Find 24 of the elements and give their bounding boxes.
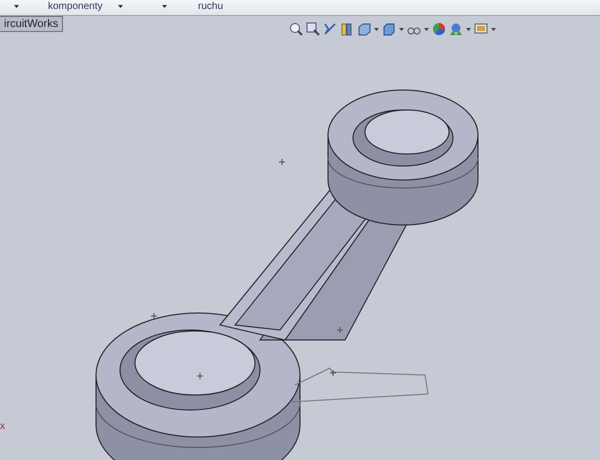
axis-label: x [0,422,5,432]
ribbon-button-label[interactable]: komponenty [48,1,102,13]
point-marker [278,158,286,166]
view-orientation-icon[interactable] [357,22,371,36]
caret-icon[interactable] [374,28,379,30]
appearance-icon[interactable] [432,22,446,36]
caret-icon[interactable] [399,28,404,30]
point-marker [336,326,344,334]
caret-icon[interactable] [424,28,429,30]
caret-icon[interactable] [14,5,19,8]
caret-icon[interactable] [466,28,471,30]
caret-icon[interactable] [162,5,167,8]
monitor-icon[interactable] [474,22,488,36]
zoom-icon[interactable] [289,22,303,36]
point-marker [150,312,158,320]
ribbon-button-label[interactable]: ruchu [198,1,224,13]
zoom-area-icon[interactable] [306,22,320,36]
tab[interactable]: ircuitWorks [0,16,64,32]
caret-icon[interactable] [118,5,123,8]
section-view-icon[interactable] [340,22,354,36]
display-style-icon[interactable] [382,22,396,36]
caret-icon[interactable] [491,28,496,30]
point-marker [196,372,204,380]
point-marker [330,370,336,376]
